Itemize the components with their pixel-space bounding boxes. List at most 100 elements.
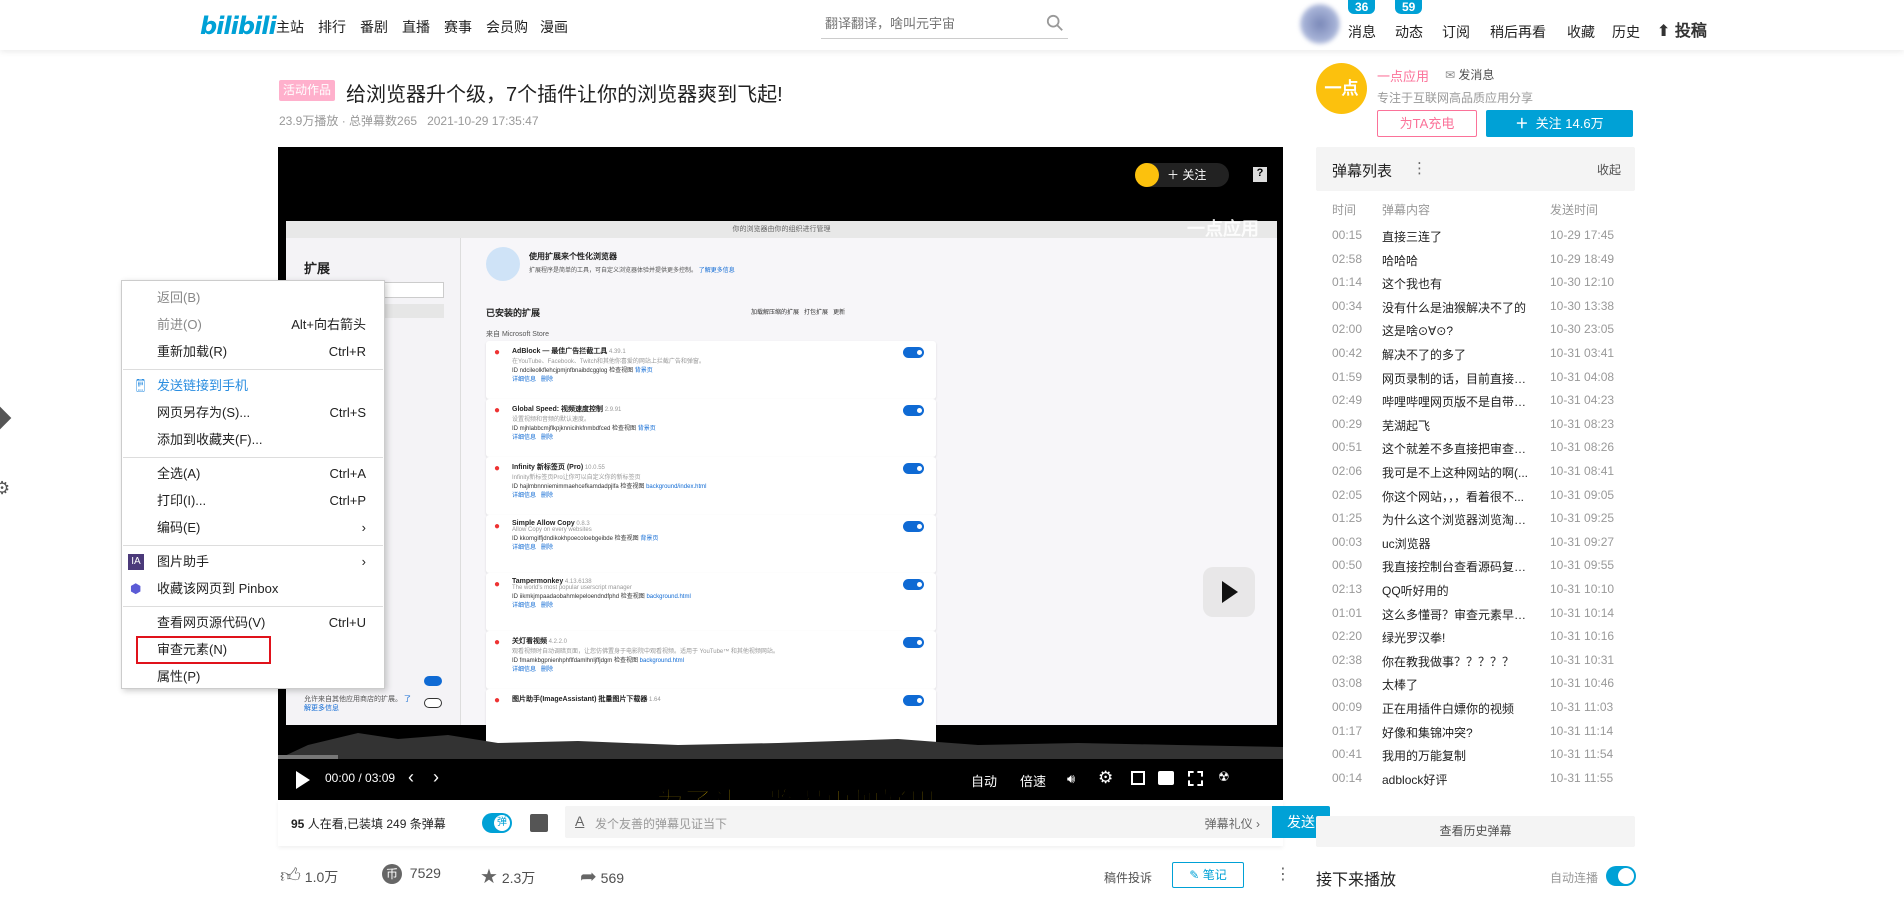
note-button[interactable]: ✎ 笔记 [1172,862,1244,888]
danmaku-etiquette-link[interactable]: 弹幕礼仪 › [1205,815,1260,832]
uploader-avatar[interactable]: 一点 [1316,63,1367,114]
menu-item-9[interactable]: 打印(I)... Ctrl+P [122,488,384,514]
menu-item-13[interactable]: ⬢ 收藏该网页到 Pinbox [122,576,384,602]
danmaku-row[interactable]: 02:05 你这个网站，，，看着很不... 10-31 09:05 [1332,488,1628,511]
menu-item-16[interactable]: 审查元素(N) [122,636,384,664]
danmaku-row[interactable]: 02:00 这是啥⊙∀⊙? 10-30 23:05 [1332,322,1628,345]
danmaku-settings-icon[interactable] [530,814,548,832]
danmaku-row[interactable]: 02:49 哔哩哔哩网页版不是自带这... 10-31 04:23 [1332,393,1628,416]
bilibili-tv-play-icon[interactable] [1203,567,1255,617]
danmaku-row[interactable]: 01:59 网页录制的话，目前直接使... 10-31 04:08 [1332,370,1628,393]
danmaku-row[interactable]: 00:15 直接三连了 10-29 17:45 [1332,228,1628,251]
more-icon[interactable]: ⋮ [1275,864,1291,884]
watch-later-link[interactable]: 稍后再看 [1490,22,1546,42]
autoplay-toggle[interactable] [1606,866,1636,886]
user-avatar[interactable] [1300,4,1340,44]
col-content[interactable]: 弹幕内容 [1382,201,1532,218]
side-float-icon[interactable] [0,406,12,430]
settings-icon[interactable]: ⚙ [1098,768,1113,788]
uploader-name[interactable]: 一点应用 [1377,66,1429,85]
nav-main[interactable]: 主站 [276,17,304,37]
danmaku-row[interactable]: 01:25 为什么这个浏览器浏览淘宝... 10-31 09:25 [1332,511,1628,534]
send-message-link[interactable]: ✉ 发消息 [1445,66,1494,83]
history-link[interactable]: 历史 [1612,22,1640,42]
search-input[interactable] [821,10,1031,36]
menu-item-0[interactable]: 返回(B) [122,285,384,311]
volume-icon[interactable]: 🔊︎ [1067,771,1075,787]
danmaku-row[interactable]: 02:20 绿光罗汉拳! 10-31 10:16 [1332,629,1628,652]
dynamics-link[interactable]: 动态 [1395,22,1423,42]
font-style-icon[interactable]: A [575,813,584,829]
nav-manga[interactable]: 漫画 [540,17,568,37]
favorite-button[interactable]: ★ 2.3万 [480,864,535,889]
menu-item-5[interactable]: 网页另存为(S)... Ctrl+S [122,400,384,426]
share-button[interactable]: ➦ 569 [580,864,624,889]
view-history-danmaku-button[interactable]: 查看历史弹幕 [1316,816,1635,847]
charge-button[interactable]: 为TA充电 [1377,110,1477,137]
next-icon[interactable]: › [433,767,439,788]
pip-icon[interactable] [1131,771,1145,785]
danmaku-row[interactable]: 01:14 这个我也有 10-30 12:10 [1332,275,1628,298]
col-time[interactable]: 时间 [1332,201,1356,218]
favorites-link[interactable]: 收藏 [1567,22,1595,42]
nav-anime[interactable]: 番剧 [360,17,388,37]
fullscreen-icon[interactable] [1188,771,1203,786]
nav-vip-shop[interactable]: 会员购 [486,17,528,37]
radiation-icon[interactable]: ☢ [1218,769,1230,785]
upload-button[interactable]: ⬆ 投稿 [1657,17,1707,41]
follow-button[interactable]: ＋ 关注 14.6万 [1486,110,1633,137]
danmaku-row[interactable]: 00:42 解决不了的多了 10-31 03:41 [1332,346,1628,369]
menu-item-8[interactable]: 全选(A) Ctrl+A [122,461,384,487]
danmaku-toggle[interactable]: 弹 [482,813,512,833]
coin-button[interactable]: 币 7529 [382,864,441,884]
menu-item-6[interactable]: 添加到收藏夹(F)... [122,427,384,453]
danmaku-row[interactable]: 01:01 这么多懂哥？审查元素早就... 10-31 10:14 [1332,606,1628,629]
danmaku-menu-icon[interactable]: ⋮ [1412,159,1427,177]
prev-icon[interactable]: ‹ [408,767,414,788]
activity-tag[interactable]: 活动作品 [279,80,336,101]
danmaku-row[interactable]: 00:29 芜湖起飞 10-31 08:23 [1332,417,1628,440]
danmaku-row[interactable]: 02:06 我可是不上这种网站的啊(... 10-31 08:41 [1332,464,1628,487]
menu-item-17[interactable]: 属性(P) [122,664,384,690]
help-icon[interactable]: ? [1253,167,1267,182]
danmaku-input[interactable]: 发个友善的弹幕见证当下 [595,815,727,832]
danmaku-row[interactable]: 00:03 uc浏览器 10-31 09:27 [1332,535,1628,558]
menu-item-15[interactable]: 查看网页源代码(V) Ctrl+U [122,610,384,636]
col-sent-time[interactable]: 发送时间 [1550,201,1598,218]
menu-item-2[interactable]: 重新加载(R) Ctrl+R [122,339,384,365]
wide-mode-icon[interactable] [1158,771,1174,785]
speed-button[interactable]: 倍速 [1020,771,1046,790]
report-link[interactable]: 稿件投诉 [1104,869,1152,886]
quality-button[interactable]: 自动 [971,771,997,790]
danmaku-row[interactable]: 02:38 你在教我做事？？？？？ 10-31 10:31 [1332,653,1628,676]
player-follow-button[interactable]: ＋ 关注 [1135,163,1229,187]
nav-rank[interactable]: 排行 [318,17,346,37]
danmaku-row[interactable]: 00:41 我用的万能复制 10-31 11:54 [1332,747,1628,770]
danmaku-row[interactable]: 00:14 adblock好评 10-31 11:55 [1332,771,1628,794]
gear-icon[interactable]: ⚙ [0,478,10,499]
danmaku-row[interactable]: 00:50 我直接控制台查看源码复制... 10-31 09:55 [1332,558,1628,581]
menu-item-4[interactable]: 📱︎ 发送链接到手机 [122,373,384,399]
bilibili-logo[interactable]: bilibili [200,12,277,40]
video-player[interactable]: ＋ 关注 ? 你的浏览器由你的组织进行管理 一点应用 扩展 允许来自其他应用商店… [278,147,1283,800]
messages-link[interactable]: 消息 [1348,22,1376,42]
collapse-button[interactable]: 收起 [1597,161,1621,178]
menu-item-12[interactable]: IA 图片助手 › [122,549,384,575]
danmaku-row[interactable]: 03:08 太棒了 10-31 10:46 [1332,676,1628,699]
danmaku-input-box[interactable]: A 发个友善的弹幕见证当下 弹幕礼仪 › [565,806,1272,838]
danmaku-sent-time: 10-31 04:08 [1550,369,1615,384]
play-icon[interactable] [296,771,310,789]
danmaku-row[interactable]: 02:58 哈哈哈 10-29 18:49 [1332,252,1628,275]
danmaku-row[interactable]: 00:34 没有什么是油猴解决不了的 10-30 13:38 [1332,299,1628,322]
danmaku-row[interactable]: 00:51 这个就差不多直接把审查里... 10-31 08:26 [1332,440,1628,463]
nav-live[interactable]: 直播 [402,17,430,37]
search-icon[interactable] [1046,14,1064,32]
menu-item-1[interactable]: 前进(O) Alt+向右箭头 [122,312,384,338]
subscriptions-link[interactable]: 订阅 [1442,22,1470,42]
danmaku-row[interactable]: 01:17 好像和集锦冲突? 10-31 11:14 [1332,724,1628,747]
danmaku-row[interactable]: 00:09 正在用插件白嫖你的视频 10-31 11:03 [1332,700,1628,723]
nav-esports[interactable]: 赛事 [444,17,472,37]
danmaku-row[interactable]: 02:13 QQ听好用的 10-31 10:10 [1332,582,1628,605]
like-button[interactable]: 👍︎ 1.0万 [280,864,338,888]
menu-item-10[interactable]: 编码(E) › [122,515,384,541]
